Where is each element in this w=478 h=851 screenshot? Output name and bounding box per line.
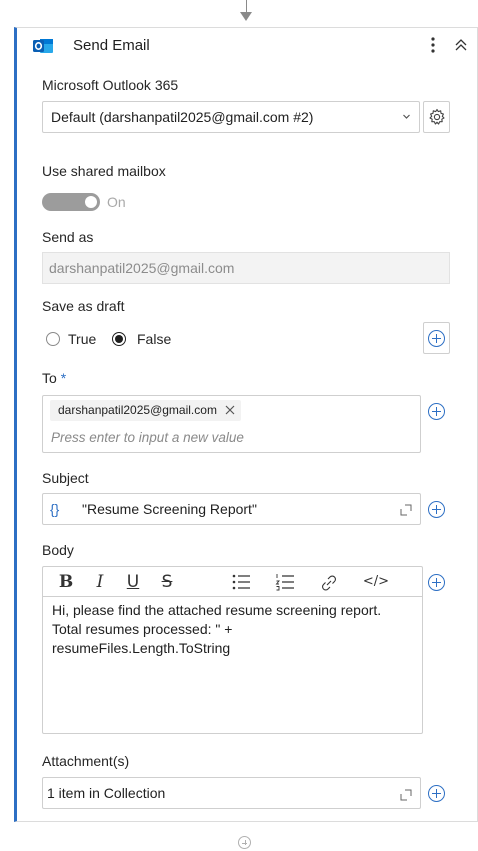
- attachments-value: 1 item in Collection: [47, 785, 166, 801]
- expression-icon: {}: [50, 501, 60, 517]
- to-label-text: To: [42, 370, 57, 386]
- code-button[interactable]: </>: [362, 567, 390, 597]
- bold-button[interactable]: B: [54, 567, 78, 597]
- shared-mailbox-toggle[interactable]: [42, 193, 100, 211]
- save-as-draft-label: Save as draft: [42, 298, 125, 314]
- more-options-icon[interactable]: [427, 34, 439, 56]
- subject-value: "Resume Screening Report": [82, 501, 257, 517]
- underline-button[interactable]: U: [122, 567, 144, 597]
- subject-add-button[interactable]: [424, 493, 448, 525]
- activity-title: Send Email: [73, 37, 150, 54]
- radio-false-label: False: [137, 331, 172, 347]
- outlook-icon: [33, 37, 53, 55]
- plus-circle-icon: [428, 329, 445, 347]
- numbered-list-icon[interactable]: [274, 567, 296, 597]
- collapse-icon[interactable]: [452, 36, 470, 54]
- expand-editor-icon[interactable]: [400, 788, 412, 801]
- chevron-down-icon: [402, 102, 411, 145]
- link-icon[interactable]: [318, 567, 340, 597]
- strikethrough-button[interactable]: S: [156, 567, 178, 597]
- account-select-value: Default (darshanpatil2025@gmail.com #2): [51, 109, 314, 125]
- gear-icon: [428, 108, 445, 125]
- plus-circle-icon: [427, 784, 445, 802]
- shared-mailbox-label: Use shared mailbox: [42, 163, 166, 179]
- recipient-chip-text: darshanpatil2025@gmail.com: [58, 403, 217, 417]
- add-activity-icon[interactable]: [238, 836, 251, 849]
- body-label: Body: [42, 542, 74, 558]
- account-settings-button[interactable]: [423, 101, 450, 133]
- italic-button[interactable]: I: [90, 567, 110, 597]
- send-as-field: darshanpatil2025@gmail.com: [42, 252, 450, 284]
- expand-editor-icon[interactable]: [400, 503, 412, 516]
- save-as-draft-add-button[interactable]: [423, 322, 450, 354]
- to-placeholder[interactable]: Press enter to input a new value: [51, 429, 244, 447]
- send-as-label: Send as: [42, 229, 94, 245]
- to-add-button[interactable]: [424, 395, 448, 427]
- attachments-add-button[interactable]: [424, 777, 448, 809]
- to-label: To *: [42, 369, 66, 387]
- account-select[interactable]: Default (darshanpatil2025@gmail.com #2): [42, 101, 420, 133]
- recipient-chip: darshanpatil2025@gmail.com: [50, 400, 241, 421]
- attachments-label: Attachment(s): [42, 753, 130, 769]
- subject-label: Subject: [42, 470, 89, 486]
- remove-chip-icon[interactable]: [225, 400, 235, 421]
- toggle-state-text: On: [107, 194, 126, 210]
- body-add-button[interactable]: [424, 566, 448, 598]
- body-text: Hi, please find the attached resume scre…: [52, 602, 382, 656]
- bulleted-list-icon[interactable]: [230, 567, 252, 597]
- plus-circle-icon: [427, 402, 445, 420]
- radio-true[interactable]: [46, 332, 60, 346]
- flow-connector-arrow: [240, 12, 252, 21]
- radio-false[interactable]: [112, 332, 126, 346]
- account-label: Microsoft Outlook 365: [42, 77, 179, 93]
- toggle-knob: [85, 196, 97, 208]
- plus-circle-icon: [427, 500, 445, 518]
- required-mark: *: [60, 370, 67, 386]
- radio-true-label: True: [68, 331, 97, 347]
- plus-circle-icon: [427, 573, 445, 591]
